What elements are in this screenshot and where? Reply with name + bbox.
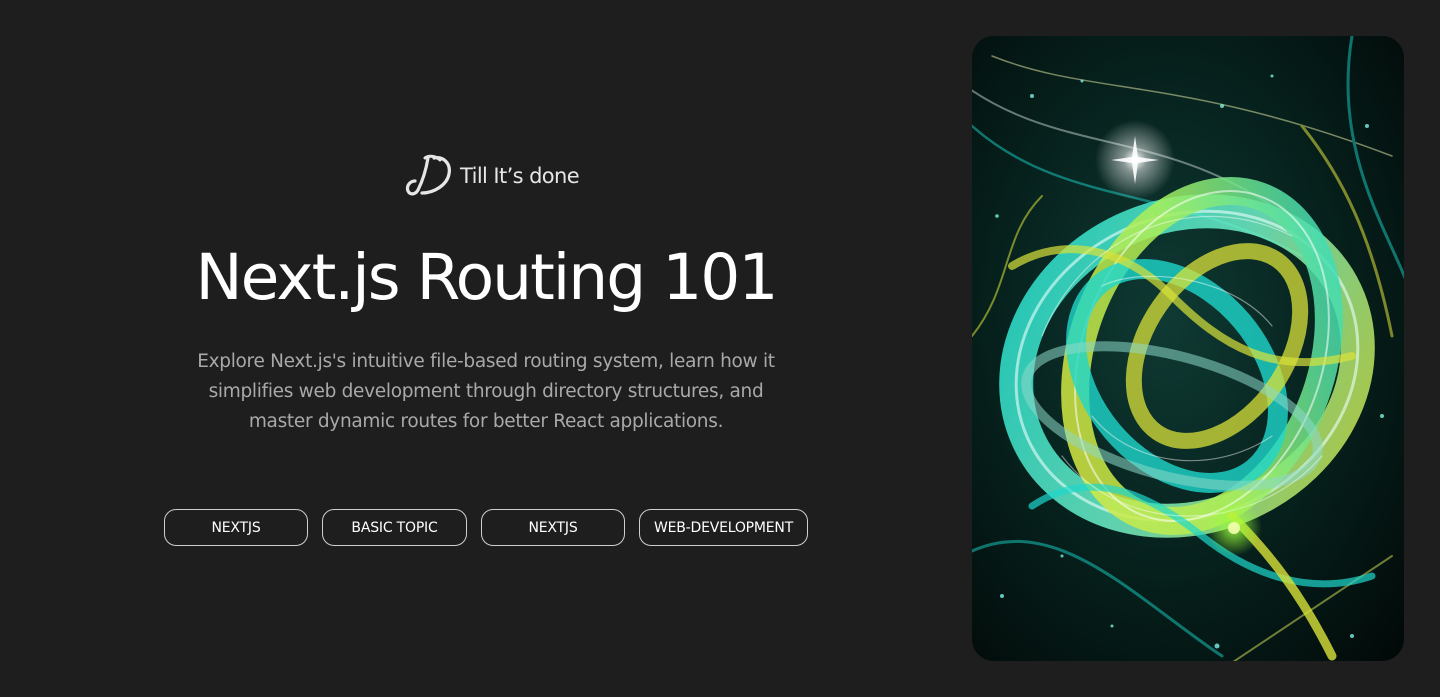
post-header: Till It’s done Next.js Routing 101 Explo… bbox=[0, 0, 972, 697]
tag-nextjs[interactable]: NEXTJS bbox=[164, 509, 308, 546]
tag-basic-topic[interactable]: BASIC TOPIC bbox=[322, 509, 467, 546]
hero-artwork bbox=[972, 36, 1404, 661]
hero-image bbox=[972, 36, 1404, 661]
brand-monogram-icon bbox=[405, 154, 451, 196]
post-description: Explore Next.js's intuitive file-based r… bbox=[197, 351, 775, 432]
brand[interactable]: Till It’s done bbox=[404, 152, 580, 200]
page-title: Next.js Routing 101 bbox=[195, 241, 779, 314]
tag-web-development[interactable]: WEB-DEVELOPMENT bbox=[639, 509, 808, 546]
brand-name: Till It’s done bbox=[460, 164, 580, 188]
tag-nextjs-2[interactable]: NEXTJS bbox=[481, 509, 625, 546]
